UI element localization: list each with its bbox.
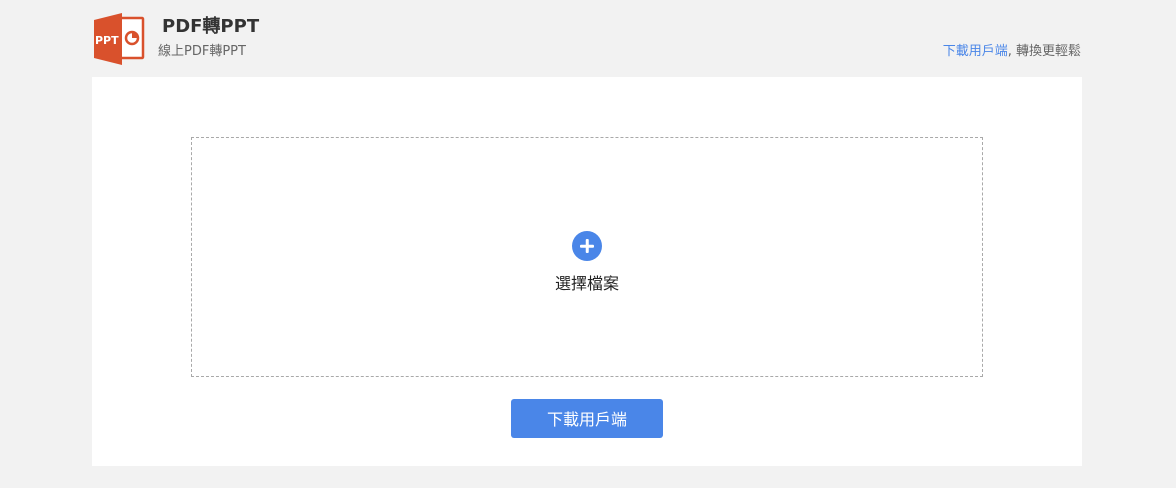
download-promo: 下載用戶端, 轉換更輕鬆 bbox=[943, 44, 1081, 60]
download-client-button[interactable]: 下載用戶端 bbox=[511, 399, 663, 438]
select-file-label[interactable]: 選擇檔案 bbox=[192, 274, 982, 294]
ppt-logo-icon: PPT bbox=[94, 13, 145, 65]
page-header: PPT PDF轉PPT 線上PDF轉PPT 下載用戶端, 轉換更輕鬆 bbox=[0, 0, 1176, 77]
logo-text: PPT bbox=[95, 34, 119, 47]
app-subtitle: 線上PDF轉PPT bbox=[158, 44, 246, 59]
app-title: PDF轉PPT bbox=[162, 16, 260, 37]
add-file-icon[interactable] bbox=[572, 231, 602, 261]
main-panel: 選擇檔案 下載用戶端 bbox=[92, 77, 1082, 466]
promo-text: , 轉換更輕鬆 bbox=[1007, 44, 1081, 59]
download-client-link[interactable]: 下載用戶端 bbox=[943, 44, 1008, 59]
file-drop-zone[interactable]: 選擇檔案 bbox=[191, 137, 983, 377]
